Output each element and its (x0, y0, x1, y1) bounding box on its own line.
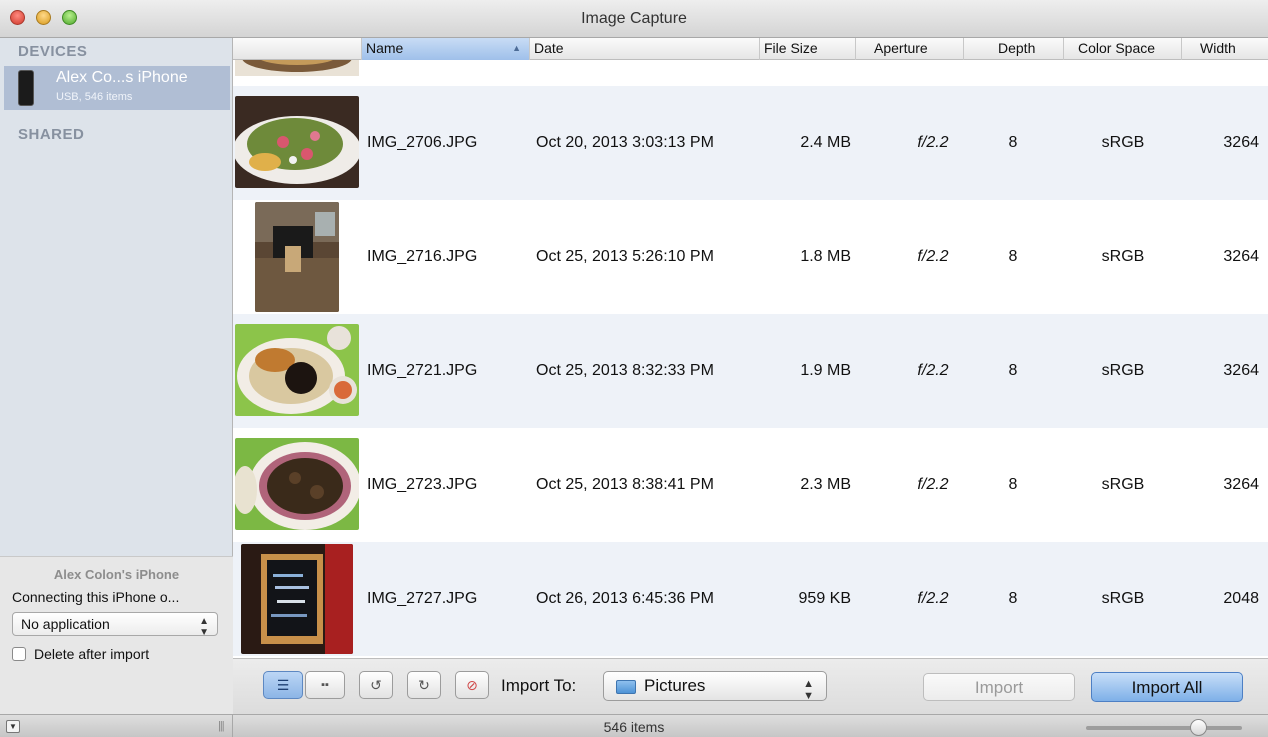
import-to-label: Import To: (501, 676, 577, 695)
delete-after-import-checkbox[interactable] (12, 647, 26, 661)
column-header-color-space[interactable]: Color Space (1063, 38, 1181, 60)
cell-width: 2048 (1223, 590, 1259, 607)
cell-aperture: f/2.2 (917, 362, 949, 379)
cell-width: 3264 (1223, 362, 1259, 379)
import-button[interactable]: Import (923, 673, 1075, 701)
column-header-depth[interactable]: Depth (963, 38, 1063, 60)
cell-color-space: sRGB (1101, 134, 1145, 151)
connecting-text: Connecting this iPhone o... (12, 589, 180, 605)
cell-depth: 8 (1008, 134, 1018, 151)
table-row[interactable]: IMG_2706.JPG Oct 20, 2013 3:03:13 PM 2.4… (233, 86, 1268, 200)
cell-width: 3264 (1223, 248, 1259, 265)
column-header-name[interactable]: Name ▲ (361, 38, 529, 60)
import-toolbar: ☰ ▪▪ ↺ ↻ ⊘ Import To: Pictures ▲ ▼ Import… (233, 658, 1268, 714)
cell-depth: 8 (1008, 476, 1018, 493)
cell-color-space: sRGB (1101, 362, 1145, 379)
cell-date: Oct 20, 2013 3:03:13 PM (536, 134, 714, 151)
iphone-icon (18, 70, 34, 106)
rotate-left-icon: ↺ (370, 676, 382, 693)
delete-icon: ⊘ (466, 676, 478, 693)
image-thumbnail (255, 202, 339, 312)
rotate-right-button[interactable]: ↻ (407, 671, 441, 699)
cell-name: IMG_2727.JPG (367, 590, 478, 607)
table-row[interactable]: IMG_2727.JPG Oct 26, 2013 6:45:36 PM 959… (233, 542, 1268, 656)
image-list[interactable]: Name ▲ Date File Size Aperture Depth Colo… (233, 38, 1268, 658)
image-thumbnail (241, 544, 353, 654)
slider-knob[interactable] (1190, 719, 1207, 736)
table-row[interactable]: IMG_2723.JPG Oct 25, 2013 8:38:41 PM 2.3… (233, 428, 1268, 542)
cell-aperture: f/2.2 (917, 476, 949, 493)
cell-color-space: sRGB (1101, 476, 1145, 493)
devices-heading: DEVICES (18, 43, 88, 60)
column-header-date[interactable]: Date (529, 38, 759, 60)
column-header-width[interactable]: Width (1181, 38, 1268, 60)
cell-width: 3264 (1223, 476, 1259, 493)
cell-depth: 8 (1008, 248, 1018, 265)
application-select-value: No application (21, 616, 110, 632)
status-bar: ▼ ||| 546 items (0, 714, 1268, 737)
sidebar: DEVICES Alex Co...s iPhone USB, 546 item… (0, 38, 233, 714)
delete-button[interactable]: ⊘ (455, 671, 489, 699)
cell-file-size: 959 KB (798, 590, 851, 607)
cell-date: Oct 26, 2013 6:45:36 PM (536, 590, 714, 607)
title-bar: Image Capture (0, 0, 1268, 38)
grid-view-button[interactable]: ▪▪ (305, 671, 345, 699)
sort-ascending-icon: ▲ (512, 43, 521, 53)
cell-file-size: 1.8 MB (800, 248, 851, 265)
item-count: 546 items (603, 719, 665, 735)
cell-file-size: 1.9 MB (800, 362, 851, 379)
rotate-left-button[interactable]: ↺ (359, 671, 393, 699)
cell-color-space: sRGB (1101, 590, 1145, 607)
column-header-file-size[interactable]: File Size (759, 38, 855, 60)
cell-name: IMG_2716.JPG (367, 248, 478, 265)
cell-color-space: sRGB (1101, 248, 1145, 265)
application-select[interactable]: No application ▲ ▼ (12, 612, 218, 638)
cell-aperture: f/2.2 (917, 590, 949, 607)
delete-after-import-label: Delete after import (34, 646, 150, 662)
import-all-button[interactable]: Import All (1091, 672, 1243, 702)
device-options-panel: Alex Colon's iPhone Connecting this iPho… (0, 556, 233, 714)
cell-depth: 8 (1008, 590, 1018, 607)
cell-date: Oct 25, 2013 8:38:41 PM (536, 476, 714, 493)
table-row[interactable]: IMG_2721.JPG Oct 25, 2013 8:32:33 PM 1.9… (233, 314, 1268, 428)
updown-arrows-icon: ▲ ▼ (199, 616, 209, 638)
device-name: Alex Co...s iPhone (56, 69, 188, 86)
list-view-button[interactable]: ☰ (263, 671, 303, 699)
shared-heading: SHARED (18, 126, 85, 143)
grid-view-icon: ▪▪ (321, 679, 329, 691)
cell-aperture: f/2.2 (917, 248, 949, 265)
cell-aperture: f/2.2 (917, 134, 949, 151)
sidebar-item-iphone[interactable]: Alex Co...s iPhone USB, 546 items (4, 66, 230, 110)
list-view-icon: ☰ (276, 676, 290, 693)
image-thumbnail (235, 438, 359, 530)
cell-name: IMG_2706.JPG (367, 134, 478, 151)
cell-file-size: 2.3 MB (800, 476, 851, 493)
device-label: Alex Colon's iPhone (53, 567, 180, 582)
folder-icon (616, 680, 636, 694)
column-header-aperture[interactable]: Aperture (855, 38, 963, 60)
cell-file-size: 2.4 MB (800, 134, 851, 151)
cell-width: 3264 (1223, 134, 1259, 151)
cell-date: Oct 25, 2013 8:32:33 PM (536, 362, 714, 379)
image-thumbnail (235, 324, 359, 416)
cell-name: IMG_2723.JPG (367, 476, 478, 493)
window-title: Image Capture (581, 10, 687, 27)
image-thumbnail (235, 96, 359, 188)
rotate-right-icon: ↻ (418, 676, 430, 693)
thumbnail-size-slider[interactable] (1086, 719, 1242, 736)
cell-date: Oct 25, 2013 5:26:10 PM (536, 248, 714, 265)
cell-depth: 8 (1008, 362, 1018, 379)
import-destination-value: Pictures (644, 676, 706, 695)
delete-after-import-row[interactable]: Delete after import (12, 646, 149, 662)
column-header: Name ▲ Date File Size Aperture Depth Colo… (233, 38, 1268, 60)
cell-name: IMG_2721.JPG (367, 362, 478, 379)
updown-arrows-icon: ▲ ▼ (803, 678, 814, 702)
table-row[interactable]: IMG_2716.JPG Oct 25, 2013 5:26:10 PM 1.8… (233, 200, 1268, 314)
device-subtitle: USB, 546 items (56, 91, 133, 103)
import-destination-select[interactable]: Pictures ▲ ▼ (603, 671, 827, 702)
